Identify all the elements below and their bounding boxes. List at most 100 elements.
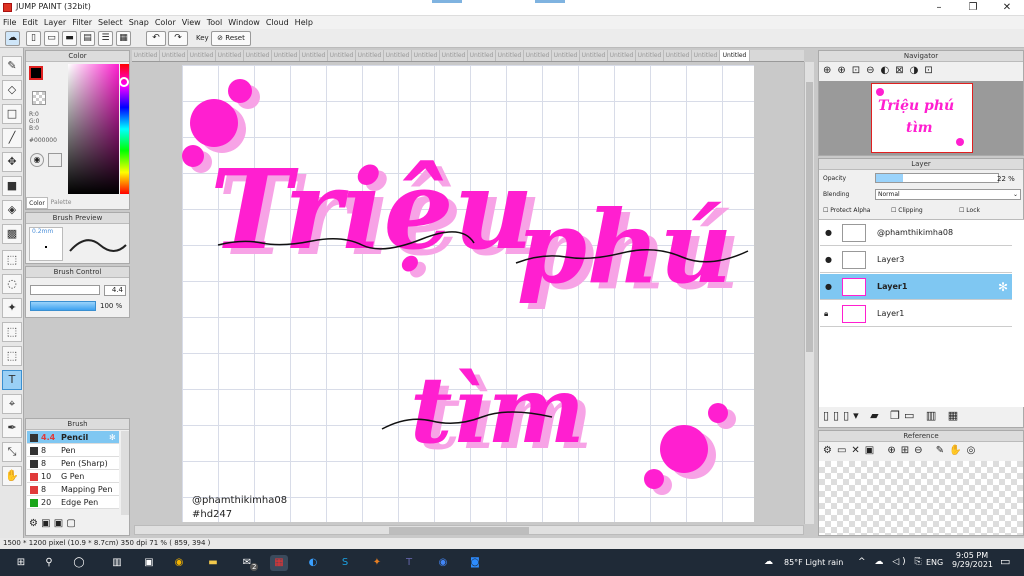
tab-untitled[interactable]: Untitled: [580, 50, 608, 61]
tab-untitled[interactable]: Untitled: [524, 50, 552, 61]
tray-icons[interactable]: ^ ☁ ◁) ⎘: [858, 557, 925, 567]
brush-item-g-pen[interactable]: 10 G Pen: [27, 470, 119, 483]
store-icon[interactable]: ▣: [140, 555, 158, 571]
brush-add-icon[interactable]: ⚙ ▣ ▣ ▢: [29, 518, 76, 529]
input-language[interactable]: ENG: [926, 558, 943, 567]
brush-opacity-slider[interactable]: [30, 301, 96, 311]
menu-snap[interactable]: Snap: [126, 16, 152, 29]
task-view-2-icon[interactable]: ▥: [108, 555, 126, 571]
layer-item[interactable]: 🔒︎ Layer1: [820, 301, 1012, 327]
list-icon[interactable]: ☰: [98, 31, 113, 46]
tab-untitled[interactable]: Untitled: [384, 50, 412, 61]
clipping-checkbox[interactable]: ☐ Clipping: [891, 207, 923, 214]
layer-actions[interactable]: ▯▯▯▾ ▰ ❐▭ ▥ ▦: [823, 409, 962, 422]
color-saturation-field[interactable]: [68, 64, 119, 194]
tab-untitled[interactable]: Untitled: [188, 50, 216, 61]
brush-item-mapping-pen[interactable]: 8 Mapping Pen: [27, 483, 119, 496]
hue-handle[interactable]: [119, 77, 129, 87]
tab-untitled[interactable]: Untitled: [468, 50, 496, 61]
windows-start-icon[interactable]: ⊞: [12, 555, 30, 571]
canvas-horizontal-scrollbar[interactable]: [134, 525, 804, 535]
tab-untitled[interactable]: Untitled: [496, 50, 524, 61]
tab-untitled[interactable]: Untitled: [160, 50, 188, 61]
chrome-icon[interactable]: ◉: [170, 555, 188, 571]
operation-tool-icon[interactable]: ⌖: [2, 394, 22, 414]
color-extra-icon[interactable]: [48, 153, 62, 167]
tab-untitled[interactable]: Untitled: [692, 50, 720, 61]
protect-alpha-checkbox[interactable]: ☐ Protect Alpha: [823, 207, 870, 214]
brush-list-scrollbar[interactable]: [121, 431, 129, 515]
dropper-tool-icon[interactable]: ⤡: [2, 442, 22, 462]
menu-layer[interactable]: Layer: [41, 16, 69, 29]
color-wheel-icon[interactable]: ◉: [30, 153, 44, 167]
menu-window[interactable]: Window: [225, 16, 263, 29]
bucket-tool-icon[interactable]: ◈: [2, 200, 22, 220]
reference-canvas[interactable]: [819, 461, 1023, 535]
tab-untitled[interactable]: Untitled: [664, 50, 692, 61]
minimize-button[interactable]: –: [922, 0, 956, 16]
text-tool-icon[interactable]: T: [2, 370, 22, 390]
move-tool-icon[interactable]: ✥: [2, 152, 22, 172]
navigator-thumbnail[interactable]: Triệu phú tìm: [871, 83, 973, 153]
tab-untitled[interactable]: Untitled: [328, 50, 356, 61]
lasso-tool-icon[interactable]: ◌: [2, 274, 22, 294]
tab-color[interactable]: Color: [26, 197, 48, 209]
menu-edit[interactable]: Edit: [19, 16, 41, 29]
chrome-2-icon[interactable]: ◉: [434, 555, 452, 571]
menu-tool[interactable]: Tool: [204, 16, 226, 29]
canvas-vertical-scrollbar[interactable]: [804, 62, 814, 524]
task-view-icon[interactable]: ◯: [70, 555, 88, 571]
canvas-area[interactable]: Triệu phú tìm @phamthikimha08 #hd247: [132, 62, 804, 524]
layer-item-selected[interactable]: ● Layer1 ✻: [820, 274, 1012, 300]
marquee-tool-icon[interactable]: ⬚: [2, 250, 22, 270]
edge-icon[interactable]: ◐: [304, 555, 322, 571]
brush-size-input[interactable]: 4.4: [104, 285, 126, 296]
line-tool-icon[interactable]: ╱: [2, 128, 22, 148]
select-pen-tool-icon[interactable]: ⬚: [2, 322, 22, 342]
search-icon[interactable]: ⚲: [40, 555, 58, 571]
brush-item-edge-pen[interactable]: 20 Edge Pen: [27, 496, 119, 509]
lock-checkbox[interactable]: ☐ Lock: [959, 207, 980, 214]
weather-text[interactable]: 85°F Light rain: [784, 558, 843, 567]
layer-opacity-slider[interactable]: [875, 173, 999, 183]
clock[interactable]: 9:05 PM 9/29/2021: [952, 551, 993, 569]
foreground-color[interactable]: [29, 66, 43, 80]
open-icon[interactable]: ▭: [44, 31, 59, 46]
select-eraser-tool-icon[interactable]: ⬚: [2, 346, 22, 366]
menu-file[interactable]: File: [0, 16, 19, 29]
gradient-tool-icon[interactable]: ▩: [2, 224, 22, 244]
notification-icon[interactable]: ▭: [1000, 555, 1010, 568]
folder-icon[interactable]: ▬: [204, 555, 222, 571]
tab-untitled[interactable]: Untitled: [300, 50, 328, 61]
brush-size-slider[interactable]: [30, 285, 100, 295]
cloud-icon[interactable]: ☁: [5, 31, 20, 46]
background-color[interactable]: [32, 91, 46, 105]
save-icon[interactable]: ▬: [62, 31, 77, 46]
layer-item[interactable]: ● Layer3: [820, 247, 1012, 273]
menu-color[interactable]: Color: [152, 16, 179, 29]
weather-icon[interactable]: ☁: [764, 557, 773, 567]
reset-button[interactable]: ⊘ Reset: [211, 31, 251, 46]
grid-icon[interactable]: ▦: [116, 31, 131, 46]
eraser-tool-icon[interactable]: ◇: [2, 80, 22, 100]
tab-untitled[interactable]: Untitled: [132, 50, 160, 61]
tab-untitled[interactable]: Untitled: [552, 50, 580, 61]
tab-untitled[interactable]: Untitled: [608, 50, 636, 61]
menu-cloud[interactable]: Cloud: [263, 16, 292, 29]
select-rect-tool-icon[interactable]: □: [2, 104, 22, 124]
canvas-paper[interactable]: Triệu phú tìm @phamthikimha08 #hd247: [182, 65, 754, 522]
redo-icon[interactable]: ↷: [168, 31, 188, 46]
hand-tool-icon[interactable]: ✋: [2, 466, 22, 486]
brush-item-pen[interactable]: 8 Pen: [27, 444, 119, 457]
tab-untitled[interactable]: Untitled: [356, 50, 384, 61]
eyedropper-tool-icon[interactable]: ✒: [2, 418, 22, 438]
undo-icon[interactable]: ↶: [146, 31, 166, 46]
layer-item[interactable]: ● @phamthikimha08: [820, 220, 1012, 246]
jump-paint-icon[interactable]: ▦: [270, 555, 288, 571]
tab-untitled[interactable]: Untitled: [244, 50, 272, 61]
fill-rect-tool-icon[interactable]: ■: [2, 176, 22, 196]
magic-wand-tool-icon[interactable]: ✦: [2, 298, 22, 318]
tab-active[interactable]: Untitled: [720, 50, 750, 61]
close-button[interactable]: ✕: [990, 0, 1024, 16]
maximize-button[interactable]: ❐: [956, 0, 990, 16]
